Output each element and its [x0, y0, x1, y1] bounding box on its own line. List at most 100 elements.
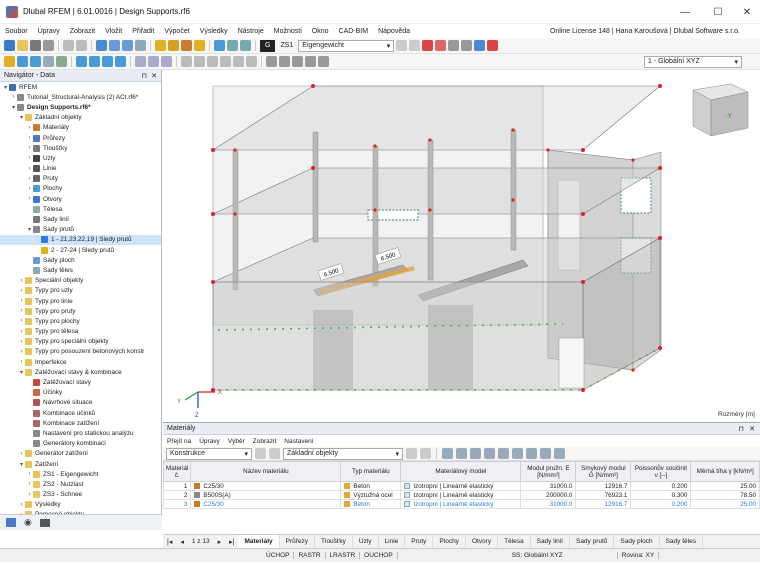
expand-icon[interactable]: ›	[18, 339, 25, 345]
tree-item[interactable]: › Typy pro pruty	[0, 306, 161, 316]
menu-okno[interactable]: Okno	[307, 28, 334, 35]
expand-icon[interactable]: ›	[18, 349, 25, 355]
visibility-icon[interactable]	[240, 40, 251, 51]
view-grid-icon[interactable]	[122, 40, 133, 51]
menu-vlozit[interactable]: Vložit	[100, 28, 127, 35]
prev-icon[interactable]	[255, 448, 266, 459]
expand-icon[interactable]: ›	[18, 329, 25, 335]
snap-toggle[interactable]: ÚCHOP	[262, 552, 295, 559]
load-case-select[interactable]: Eigengewicht ▾	[298, 39, 395, 52]
view-split-icon[interactable]	[109, 40, 120, 51]
tab-4[interactable]: Linie	[379, 534, 406, 549]
line-icon[interactable]	[194, 56, 205, 67]
view-iso-icon[interactable]	[76, 56, 87, 67]
menu-priradit[interactable]: Přiřadit	[127, 28, 159, 35]
expand-icon[interactable]: ›	[18, 359, 25, 365]
pin-icon[interactable]: ⊓	[142, 72, 147, 80]
tree-item[interactable]: Generátory kombinací	[0, 439, 161, 449]
last-page-icon[interactable]: ▸|	[225, 538, 238, 546]
wireframe-icon[interactable]	[148, 56, 159, 67]
menu-zobrazit[interactable]: Zobrazit	[65, 28, 100, 35]
cell-e[interactable]: 31000.0	[520, 499, 577, 509]
open-folder-icon[interactable]	[17, 40, 28, 51]
table-icon[interactable]	[135, 40, 146, 51]
expand-icon[interactable]: ›	[26, 471, 33, 477]
tree-item[interactable]: › Generátor zatížení	[0, 449, 161, 459]
cell-name[interactable]: B500S(A)	[190, 490, 342, 500]
tab-7[interactable]: Otvory	[466, 534, 499, 549]
tree-item[interactable]: › Typy pro plochy	[0, 316, 161, 326]
tree-item[interactable]: 1 - 21,23,22,19 | Sledy prutů	[0, 234, 161, 245]
tree-item[interactable]: Tělesa	[0, 204, 161, 214]
next-page-icon[interactable]: ▸	[214, 538, 226, 546]
tree-item[interactable]: ▾ Základní objekty	[0, 113, 161, 123]
display-tab-icon[interactable]: ◉	[24, 517, 32, 528]
tree-item[interactable]: › Tloušťky	[0, 143, 161, 153]
cell-g[interactable]: 76923.1	[575, 490, 632, 500]
cell-nu[interactable]: 0.200	[630, 481, 692, 491]
tree-item[interactable]: › ZS2 - Nutzlast	[0, 479, 161, 489]
table-row[interactable]: 1 C25/30 Beton Izotropní | Lineárně elastic…	[162, 481, 760, 491]
views-tab-icon[interactable]	[39, 518, 50, 527]
menu-goto[interactable]: Přejít na	[163, 438, 195, 445]
expand-icon[interactable]: ▾	[10, 104, 17, 111]
tree-item[interactable]: › Průřezy	[0, 133, 161, 143]
guide-icon[interactable]	[292, 56, 303, 67]
new-file-icon[interactable]	[4, 40, 15, 51]
menu-nastroje[interactable]: Nástroje	[233, 28, 269, 35]
excel-icon[interactable]	[498, 448, 509, 459]
view-y-icon[interactable]	[102, 56, 113, 67]
prev-page-icon[interactable]: ◂	[176, 538, 188, 546]
tree-item[interactable]: ▾ Zatěžovací stavy & kombinace	[0, 367, 161, 377]
cell-e[interactable]: 200000.0	[520, 490, 577, 500]
cell-model[interactable]: Izotropní | Lineárně elastický	[400, 481, 522, 491]
cell-type[interactable]: Beton	[340, 499, 402, 509]
next-icon[interactable]	[269, 448, 280, 459]
member-icon[interactable]	[207, 56, 218, 67]
tab-2[interactable]: Tloušťky	[315, 534, 353, 549]
cell-w[interactable]: 78.50	[690, 490, 760, 500]
view-cube[interactable]: -Y	[692, 83, 749, 137]
expand-icon[interactable]: ›	[26, 186, 33, 192]
tree-item[interactable]: › Imperfekce	[0, 357, 161, 367]
view-x-icon[interactable]	[89, 56, 100, 67]
node-icon[interactable]	[181, 56, 192, 67]
expand-icon[interactable]: ›	[26, 145, 33, 151]
expand-icon[interactable]: ›	[26, 155, 33, 161]
tree-item[interactable]: Sady linií	[0, 214, 161, 224]
coordinate-system-select[interactable]: 1 - Globální XYZ ▾	[644, 55, 742, 68]
tree-item[interactable]: ▾ RFEM	[0, 82, 161, 92]
comment-icon[interactable]	[279, 56, 290, 67]
expand-icon[interactable]: ▾	[26, 226, 33, 233]
tab-9[interactable]: Sady linií	[531, 534, 570, 549]
tree-item[interactable]: Účinky	[0, 388, 161, 398]
tab-10[interactable]: Sady prutů	[570, 534, 615, 549]
tree-item[interactable]: › Plochy	[0, 184, 161, 194]
save-icon[interactable]	[30, 40, 41, 51]
expand-icon[interactable]: ›	[26, 176, 33, 182]
opening-icon[interactable]	[233, 56, 244, 67]
next-icon[interactable]	[420, 448, 431, 459]
cell-w[interactable]: 25.00	[690, 499, 760, 509]
show-loads-icon[interactable]	[422, 40, 434, 51]
lgrid-toggle[interactable]: LRASTR	[326, 552, 361, 559]
menu-settings[interactable]: Nastavení	[280, 438, 317, 445]
next-load-case-icon[interactable]	[409, 40, 421, 51]
redo-icon[interactable]	[76, 40, 87, 51]
tree-item[interactable]: Nastavení pro statickou analýzu	[0, 428, 161, 438]
maximize-button[interactable]: ☐	[703, 0, 733, 24]
deformation-icon[interactable]	[448, 40, 460, 51]
tree-item[interactable]: › Typy pro speciální objekty	[0, 337, 161, 347]
menu-vysledky[interactable]: Výsledky	[195, 28, 233, 35]
expand-icon[interactable]: ›	[18, 451, 25, 457]
tree-item[interactable]: Kombinace zatížení	[0, 418, 161, 428]
tree-item[interactable]: › ZS1 - Eigengewicht	[0, 469, 161, 479]
expand-icon[interactable]: ›	[26, 481, 33, 487]
table-row[interactable]: 2 B500S(A) Výztužná ocel Izotropní | Lineár…	[162, 490, 760, 500]
rotate-icon[interactable]	[30, 56, 41, 67]
tab-8[interactable]: Tělesa	[498, 534, 531, 549]
report-icon[interactable]	[194, 40, 205, 51]
expand-icon[interactable]: ›	[18, 308, 25, 314]
osnap-toggle[interactable]: OUCHOP	[360, 552, 398, 559]
tab-1[interactable]: Průřezy	[280, 534, 316, 549]
